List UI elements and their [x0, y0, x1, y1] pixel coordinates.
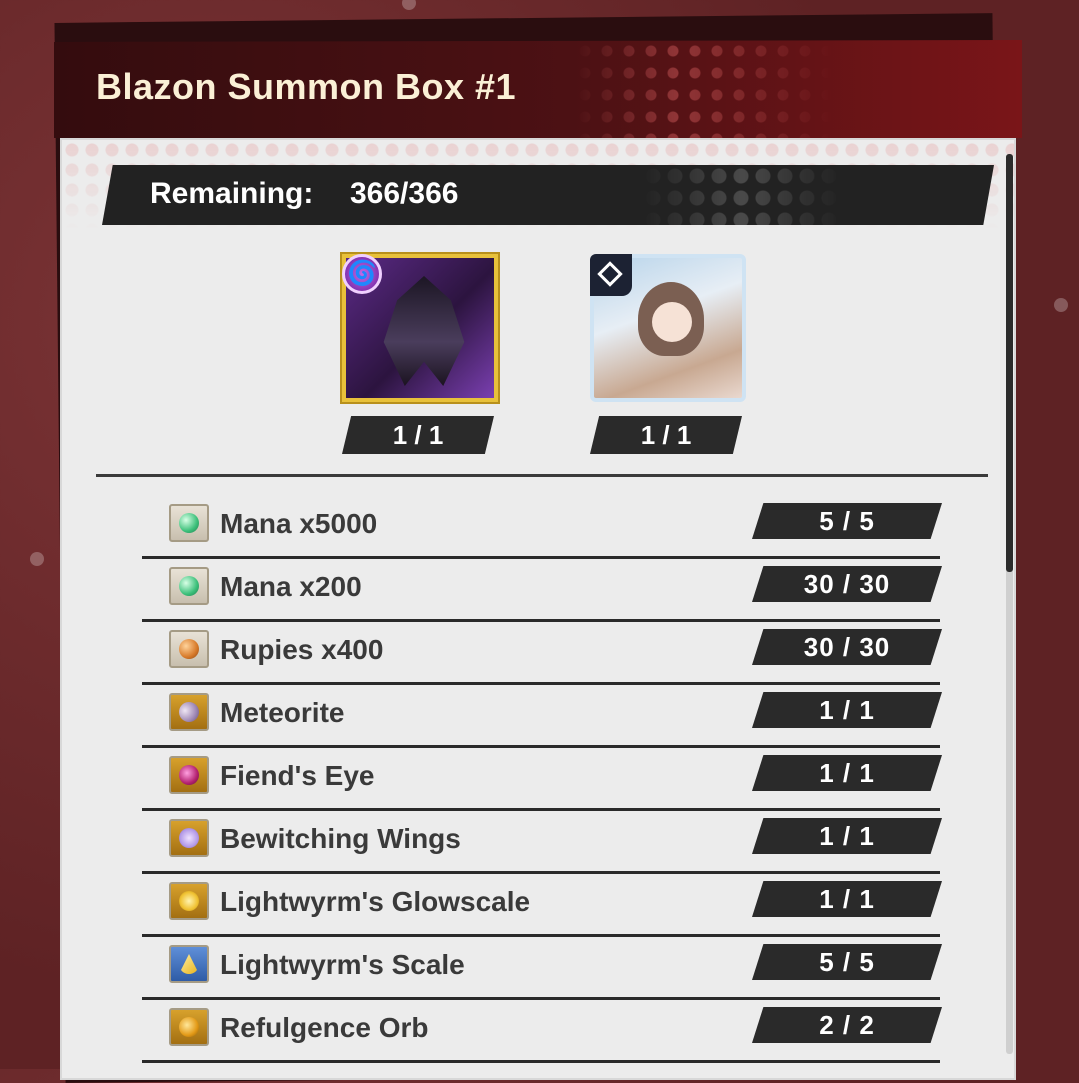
item-count: 5 / 5 — [752, 503, 942, 539]
remaining-label: Remaining: — [150, 177, 314, 210]
mana-icon — [169, 504, 209, 542]
section-divider — [96, 474, 988, 477]
adventurer-girl-portrait-icon[interactable] — [590, 254, 746, 402]
featured-count: 1 / 1 — [590, 416, 742, 454]
list-item: Bewitching Wings 1 / 1 — [142, 811, 942, 874]
blazon-type-icon — [590, 254, 632, 296]
dragon-art — [383, 276, 465, 386]
item-count: 30 / 30 — [752, 629, 942, 665]
item-count: 30 / 30 — [752, 566, 942, 602]
glowscale-icon — [169, 882, 209, 920]
item-name: Mana x200 — [220, 571, 362, 602]
row-divider — [142, 1060, 940, 1063]
item-count: 1 / 1 — [752, 755, 942, 791]
background-speck — [30, 552, 44, 566]
refulgence-orb-icon — [169, 1008, 209, 1046]
page-title: Blazon Summon Box #1 — [96, 66, 517, 107]
list-item: Lightwyrm's Scale 5 / 5 — [142, 937, 942, 1000]
list-item: Rupies x400 30 / 30 — [142, 622, 942, 685]
list-item: Refulgence Orb 2 / 2 — [142, 1000, 942, 1063]
featured-count: 1 / 1 — [342, 416, 494, 454]
list-item: Mana x200 30 / 30 — [142, 559, 942, 622]
remaining-value: 366/366 — [350, 177, 459, 210]
item-name: Meteorite — [220, 697, 345, 728]
background-speck — [402, 0, 416, 10]
item-name: Fiend's Eye — [220, 760, 375, 791]
item-count: 1 / 1 — [752, 818, 942, 854]
item-count: 2 / 2 — [752, 1007, 942, 1043]
list-item: Fiend's Eye 1 / 1 — [142, 748, 942, 811]
item-name: Mana x5000 — [220, 508, 378, 539]
item-name: Refulgence Orb — [220, 1012, 429, 1043]
remaining-bar: Remaining: 366/366 — [102, 165, 994, 225]
adventurer-face-art — [652, 302, 692, 342]
fiends-eye-icon — [169, 756, 209, 794]
list-item: Mana x5000 5 / 5 — [142, 496, 942, 559]
item-name: Rupies x400 — [220, 634, 384, 665]
item-name: Bewitching Wings — [220, 823, 461, 854]
list-item: Lightwyrm's Glowscale 1 / 1 — [142, 874, 942, 937]
scrollbar-thumb[interactable] — [1006, 154, 1013, 572]
reward-list: Mana x5000 5 / 5 Mana x200 30 / 30 Rupie… — [142, 496, 942, 1063]
summon-box-panel: Blazon Summon Box #1 Remaining: 366/366 … — [54, 40, 1022, 1080]
remaining-pattern — [642, 165, 842, 225]
item-count: 1 / 1 — [752, 881, 942, 917]
panel-header: Blazon Summon Box #1 — [54, 40, 1022, 138]
list-item: Meteorite 1 / 1 — [142, 685, 942, 748]
item-name: Lightwyrm's Scale — [220, 949, 465, 980]
item-count: 1 / 1 — [752, 692, 942, 728]
meteorite-icon — [169, 693, 209, 731]
shadow-dragon-portrait-icon[interactable]: 🌀 — [342, 254, 498, 402]
panel-body[interactable]: Remaining: 366/366 🌀 1 / 1 1 / 1 Mana x5… — [60, 138, 1016, 1080]
item-count: 5 / 5 — [752, 944, 942, 980]
header-pattern — [574, 40, 834, 138]
rupies-icon — [169, 630, 209, 668]
mana-icon — [169, 567, 209, 605]
bewitching-wings-icon — [169, 819, 209, 857]
background-speck — [1054, 298, 1068, 312]
item-name: Lightwyrm's Glowscale — [220, 886, 531, 917]
scale-icon — [169, 945, 209, 983]
shadow-element-icon: 🌀 — [342, 254, 382, 294]
